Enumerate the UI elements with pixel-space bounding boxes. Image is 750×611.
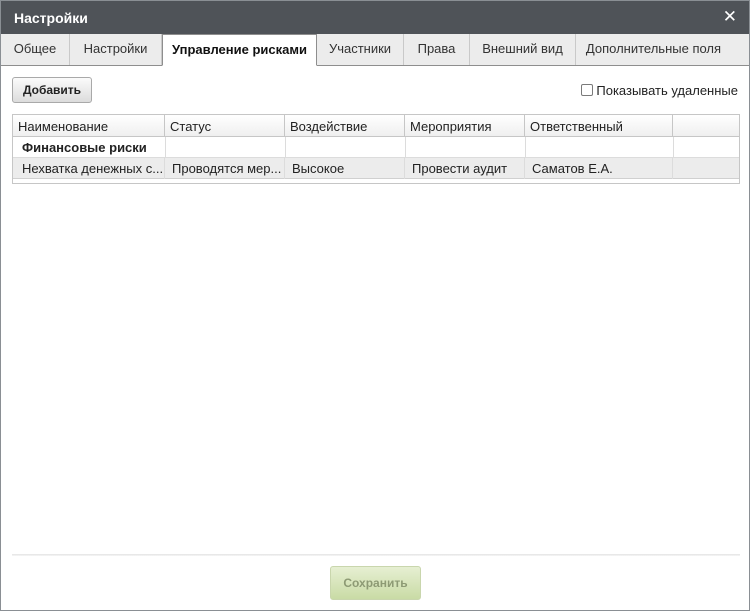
group-divider xyxy=(165,137,166,158)
group-row[interactable]: Финансовые риски xyxy=(13,137,739,158)
group-divider xyxy=(405,137,406,158)
close-icon[interactable]: ✕ xyxy=(723,7,737,27)
column-header-impact[interactable]: Воздействие xyxy=(285,115,405,137)
settings-dialog: Настройки ✕ Общее Настройки Управление р… xyxy=(0,0,750,611)
group-divider xyxy=(673,137,674,158)
column-header-name[interactable]: Наименование xyxy=(13,115,165,137)
risk-table: Наименование Статус Воздействие Мероприя… xyxy=(12,114,740,184)
tab-general[interactable]: Общее xyxy=(1,34,70,65)
dialog-title: Настройки xyxy=(14,10,88,26)
column-header-responsible[interactable]: Ответственный xyxy=(525,115,673,137)
cell-impact[interactable]: Высокое xyxy=(285,158,405,179)
save-button[interactable]: Сохранить xyxy=(330,566,421,600)
cell-name[interactable]: Нехватка денежных с... xyxy=(13,158,165,179)
group-divider xyxy=(525,137,526,158)
column-header-status[interactable]: Статус xyxy=(165,115,285,137)
tab-participants[interactable]: Участники xyxy=(317,34,404,65)
cell-status[interactable]: Проводятся мер... xyxy=(165,158,285,179)
group-divider xyxy=(285,137,286,158)
show-deleted-toggle[interactable]: Показывать удаленные xyxy=(581,81,738,99)
show-deleted-checkbox[interactable] xyxy=(581,84,594,96)
show-deleted-label[interactable]: Показывать удаленные xyxy=(596,83,738,98)
tab-rights[interactable]: Права xyxy=(404,34,470,65)
tab-risk-management[interactable]: Управление рисками xyxy=(162,34,317,66)
column-header-measures[interactable]: Мероприятия xyxy=(405,115,525,137)
cell-responsible[interactable]: Саматов Е.А. xyxy=(525,158,673,179)
add-button[interactable]: Добавить xyxy=(12,77,92,103)
tab-additional-fields[interactable]: Дополнительные поля xyxy=(576,34,731,65)
table-row[interactable]: Нехватка денежных с... Проводятся мер...… xyxy=(13,158,739,179)
cell-measures[interactable]: Провести аудит xyxy=(405,158,525,179)
footer-divider xyxy=(12,554,740,556)
tab-bar: Общее Настройки Управление рисками Участ… xyxy=(1,34,749,66)
title-bar: Настройки ✕ xyxy=(1,1,749,34)
table-header: Наименование Статус Воздействие Мероприя… xyxy=(13,115,739,137)
group-title: Финансовые риски xyxy=(22,140,147,155)
tab-appearance[interactable]: Внешний вид xyxy=(470,34,576,65)
tab-settings[interactable]: Настройки xyxy=(70,34,162,65)
